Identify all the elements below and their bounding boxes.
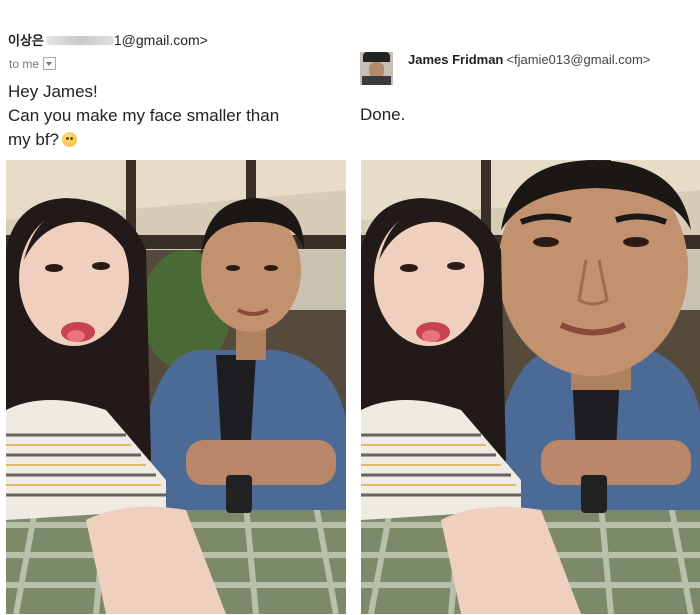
right-email: James Fridman <fjamie013@gmail.com> Done. <box>355 0 700 160</box>
redacted-email <box>45 36 114 46</box>
edited-photo-illustration <box>361 160 700 614</box>
message-line-3: my bf? <box>8 130 78 150</box>
reply-message: Done. <box>360 105 406 124</box>
reply-sender-email: <fjamie013@gmail.com> <box>506 52 651 67</box>
recipient-line: to me <box>9 57 57 71</box>
message-line-1: Hey James! <box>8 82 98 101</box>
recipient-label: to me <box>9 57 40 71</box>
original-photo[interactable] <box>6 160 346 614</box>
sender-email: 1@gmail.com> <box>113 32 208 48</box>
sender-line: 이상은 1@gmail.com> <box>8 30 208 49</box>
edited-photo[interactable] <box>361 160 700 614</box>
message-line-3-text: my bf? <box>8 130 60 149</box>
crying-face-emoji-icon <box>62 132 78 147</box>
reply-sender-name[interactable]: James Fridman <box>408 52 503 67</box>
avatar-hat <box>363 52 390 62</box>
left-email: 이상은 1@gmail.com> to me Hey James! Can you… <box>0 0 350 160</box>
sender-name[interactable]: 이상은 <box>8 33 44 48</box>
avatar-shirt <box>362 76 391 85</box>
avatar[interactable] <box>360 52 393 85</box>
recipient-details-dropdown-icon[interactable] <box>43 57 57 70</box>
message-line-2: Can you make my face smaller than <box>8 106 280 125</box>
reply-sender-line: James Fridman <fjamie013@gmail.com> <box>408 52 650 67</box>
original-photo-illustration <box>6 160 346 614</box>
